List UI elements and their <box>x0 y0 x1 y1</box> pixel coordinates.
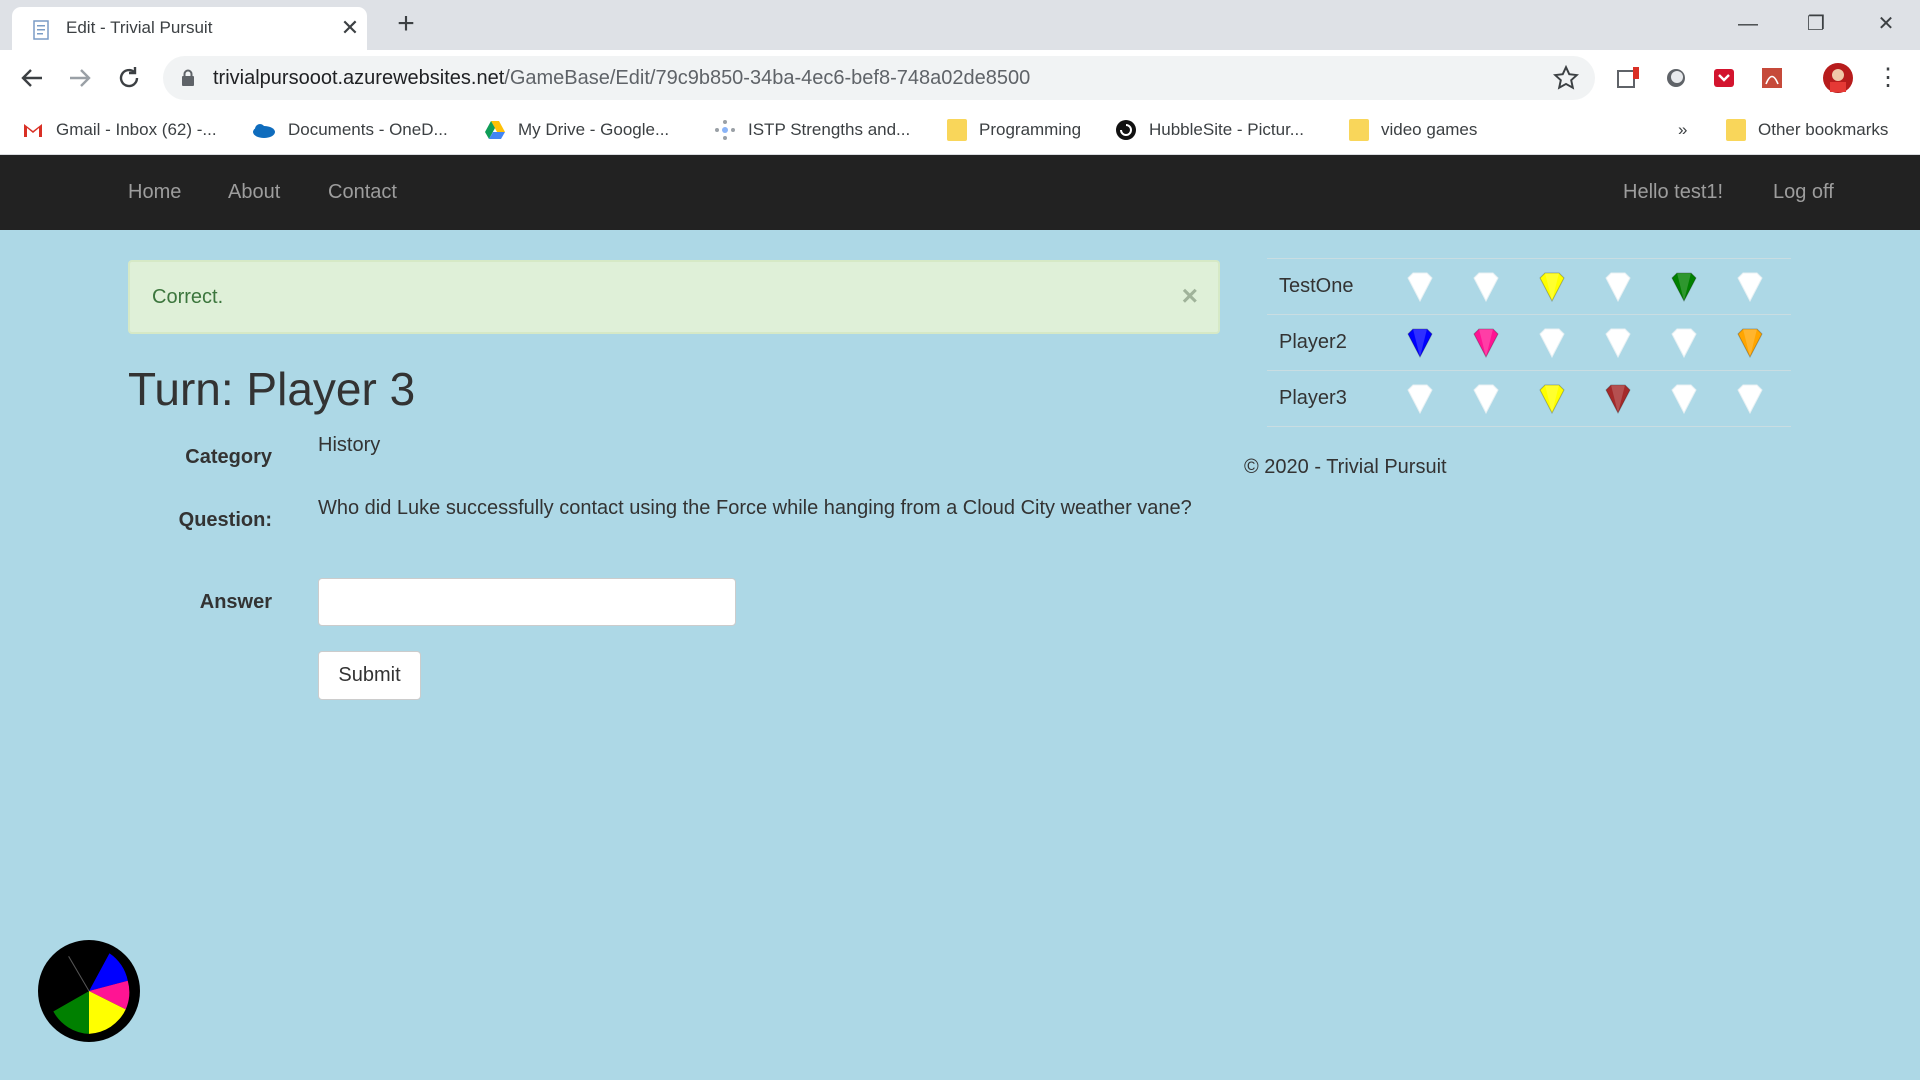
player-name: Player2 <box>1279 331 1347 353</box>
player-name: TestOne <box>1279 275 1354 297</box>
nav-home[interactable]: Home <box>128 181 181 204</box>
success-alert: Correct. × <box>128 260 1220 334</box>
reload-icon[interactable] <box>113 62 145 94</box>
question-text: Who did Luke successfully contact using … <box>318 497 1192 519</box>
bookmark-onedrive[interactable]: Documents - OneD... <box>250 116 448 144</box>
wedge-white-icon <box>1737 272 1763 302</box>
folder-icon <box>947 119 967 141</box>
wedge-blue-icon <box>1407 328 1433 358</box>
nav-contact[interactable]: Contact <box>328 181 397 204</box>
url-text: trivialpursooot.azurewebsites.net/GameBa… <box>213 67 1031 89</box>
wedge-white-icon <box>1605 272 1631 302</box>
player-row: Player3 <box>1267 370 1791 427</box>
profile-avatar[interactable] <box>1822 62 1854 94</box>
bookmarks-overflow-button[interactable]: » <box>1678 116 1687 144</box>
wedge-orange-icon <box>1737 328 1763 358</box>
turn-heading: Turn: Player 3 <box>128 363 416 415</box>
address-bar[interactable]: trivialpursooot.azurewebsites.net/GameBa… <box>163 56 1595 100</box>
submit-button[interactable]: Submit <box>318 651 421 700</box>
wedge-white-icon <box>1737 384 1763 414</box>
wedge-yellow-icon <box>1539 384 1565 414</box>
category-label: Category <box>185 446 272 468</box>
bookmark-istp[interactable]: ISTP Strengths and... <box>714 116 910 144</box>
bookmarks-bar: Gmail - Inbox (62) -... Documents - OneD… <box>0 106 1920 155</box>
player-row: TestOne <box>1267 258 1791 314</box>
browser-tab[interactable]: Edit - Trivial Pursuit ✕ <box>12 7 367 50</box>
close-tab-icon[interactable]: ✕ <box>337 15 363 41</box>
bookmark-gmail[interactable]: Gmail - Inbox (62) -... <box>22 116 217 144</box>
acrobat-icon[interactable] <box>1758 64 1786 92</box>
footer-copyright: © 2020 - Trivial Pursuit <box>1244 456 1447 478</box>
wedge-white-icon <box>1671 384 1697 414</box>
wedge-white-icon <box>1605 328 1631 358</box>
wedge-white-icon <box>1539 328 1565 358</box>
player-row: Player2 <box>1267 314 1791 370</box>
pocket-icon[interactable] <box>1710 64 1738 92</box>
wedge-white-icon <box>1407 384 1433 414</box>
answer-input[interactable] <box>318 578 736 626</box>
wedge-white-icon <box>1473 384 1499 414</box>
scoreboard: TestOne Player2 Player3 <box>1267 258 1791 427</box>
menu-dots-icon[interactable]: ⋮ <box>1874 64 1902 92</box>
onedrive-icon <box>253 124 275 138</box>
bookmark-other[interactable]: Other bookmarks <box>1726 116 1888 144</box>
google-drive-icon <box>485 121 505 139</box>
bookmark-google-drive[interactable]: My Drive - Google... <box>484 116 669 144</box>
new-tab-icon[interactable]: + <box>391 9 421 40</box>
istp-icon <box>715 120 735 140</box>
restore-icon[interactable]: ❐ <box>1796 8 1836 40</box>
browser-toolbar: trivialpursooot.azurewebsites.net/GameBa… <box>0 50 1920 106</box>
bookmark-programming[interactable]: Programming <box>947 116 1081 144</box>
nav-greeting[interactable]: Hello test1! <box>1623 181 1723 204</box>
hubble-icon <box>1116 120 1136 140</box>
page-icon <box>33 20 49 40</box>
alert-close-icon[interactable]: × <box>1182 280 1198 312</box>
circle-extension-icon[interactable] <box>1662 64 1690 92</box>
nav-about[interactable]: About <box>228 181 280 204</box>
folder-icon <box>1726 119 1746 141</box>
back-icon[interactable] <box>16 62 48 94</box>
nav-logoff[interactable]: Log off <box>1773 181 1834 204</box>
question-label: Question: <box>178 509 272 531</box>
wedge-green-icon <box>1671 272 1697 302</box>
answer-label: Answer <box>199 591 272 613</box>
close-window-icon[interactable]: ✕ <box>1866 8 1906 40</box>
lock-icon <box>182 69 194 86</box>
minimize-icon[interactable]: — <box>1728 8 1768 40</box>
wedge-white-icon <box>1407 272 1433 302</box>
alert-message: Correct. <box>152 286 224 308</box>
extension-icon[interactable] <box>1615 64 1643 92</box>
wedge-white-icon <box>1671 328 1697 358</box>
category-wheel-icon[interactable] <box>38 940 140 1042</box>
site-navbar: Home About Contact Hello test1! Log off <box>0 155 1920 230</box>
wedge-yellow-icon <box>1539 272 1565 302</box>
player-name: Player3 <box>1279 387 1347 409</box>
category-value: History <box>318 434 381 456</box>
bookmark-star-icon[interactable] <box>1553 65 1579 91</box>
bookmark-hubblesite[interactable]: HubbleSite - Pictur... <box>1115 116 1304 144</box>
folder-icon <box>1349 119 1369 141</box>
tab-title: Edit - Trivial Pursuit <box>66 18 213 37</box>
gmail-icon <box>24 124 42 137</box>
browser-tab-strip: Edit - Trivial Pursuit ✕ + — ❐ ✕ <box>0 0 1920 50</box>
wedge-white-icon <box>1473 272 1499 302</box>
wedge-pink-icon <box>1473 328 1499 358</box>
forward-icon[interactable] <box>64 62 96 94</box>
wedge-brown-icon <box>1605 384 1631 414</box>
bookmark-video-games[interactable]: video games <box>1349 116 1477 144</box>
